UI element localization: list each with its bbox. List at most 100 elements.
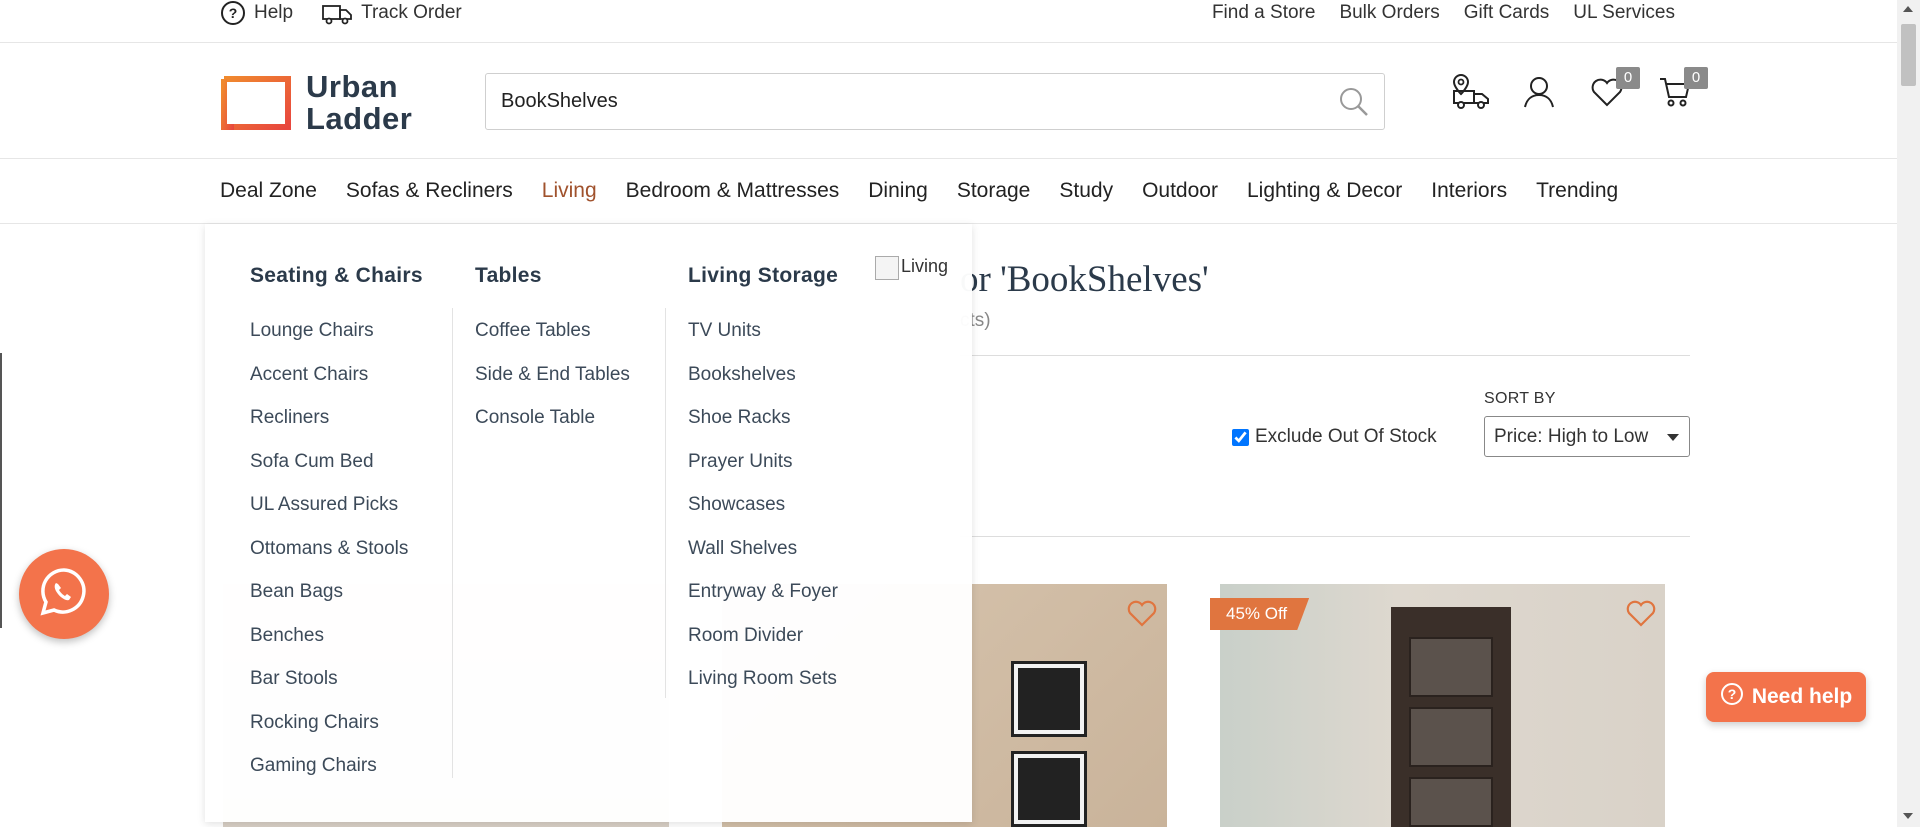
logo-mark-icon	[220, 76, 292, 130]
nav-item-outdoor[interactable]: Outdoor	[1142, 179, 1218, 203]
menu-item[interactable]: Wall Shelves	[688, 538, 838, 582]
menu-item[interactable]: Entryway & Foyer	[688, 581, 838, 625]
nav-item-interiors[interactable]: Interiors	[1431, 179, 1507, 203]
menu-heading-tables[interactable]: Tables	[475, 264, 630, 288]
menu-column-tables: Tables Coffee Tables Side & End Tables C…	[475, 264, 630, 451]
utility-right: Find a Store Bulk Orders Gift Cards UL S…	[1212, 0, 1675, 26]
bookshelf-cabinet-image	[1391, 607, 1511, 827]
menu-heading-living-storage[interactable]: Living Storage	[688, 264, 838, 288]
scrollbar[interactable]	[1897, 0, 1920, 827]
help-link[interactable]: ? Help	[220, 0, 293, 26]
truck-icon	[321, 0, 353, 26]
gift-cards-link[interactable]: Gift Cards	[1464, 2, 1550, 24]
need-help-button[interactable]: ? Need help	[1706, 672, 1866, 722]
caret-down-icon	[1667, 434, 1679, 441]
wall-frame	[1011, 751, 1087, 827]
menu-item[interactable]: UL Assured Picks	[250, 494, 423, 538]
whatsapp-icon	[36, 564, 92, 625]
bulk-orders-link[interactable]: Bulk Orders	[1339, 2, 1439, 24]
menu-item[interactable]: Bean Bags	[250, 581, 423, 625]
menu-item[interactable]: Lounge Chairs	[250, 320, 423, 364]
help-label: Help	[254, 2, 294, 23]
whatsapp-button[interactable]	[19, 549, 109, 639]
menu-item[interactable]: Living Room Sets	[688, 668, 838, 712]
wishlist-heart-icon[interactable]	[1626, 600, 1656, 633]
nav-item-deal-zone[interactable]: Deal Zone	[220, 179, 317, 203]
wishlist-heart-icon[interactable]	[1127, 600, 1157, 633]
main-nav: Deal Zone Sofas & Recliners Living Bedro…	[0, 159, 1897, 224]
utility-bar: ? Help Track Order Find a Store Bulk Ord…	[0, 0, 1897, 43]
nav-item-bedroom-mattresses[interactable]: Bedroom & Mattresses	[626, 179, 840, 203]
menu-item[interactable]: Recliners	[250, 407, 423, 451]
wall-frame	[1011, 661, 1087, 737]
cabinet-glass	[1409, 637, 1493, 697]
menu-item[interactable]: Coffee Tables	[475, 320, 630, 364]
edge-strip	[0, 353, 2, 628]
broken-image-icon	[875, 256, 899, 280]
logo[interactable]: Urban Ladder	[220, 71, 412, 135]
menu-column-living-storage: Living Storage TV Units Bookshelves Shoe…	[688, 264, 838, 712]
column-divider	[452, 308, 453, 778]
ul-services-link[interactable]: UL Services	[1573, 2, 1675, 24]
utility-left: ? Help Track Order	[220, 0, 462, 26]
discount-badge: 45% Off	[1210, 598, 1310, 630]
menu-item[interactable]: Benches	[250, 625, 423, 669]
exclude-oos-label: Exclude Out Of Stock	[1255, 426, 1437, 447]
menu-item[interactable]: Accent Chairs	[250, 364, 423, 408]
logo-line1: Urban	[306, 69, 399, 104]
menu-item[interactable]: Gaming Chairs	[250, 755, 423, 799]
cart-count-badge: 0	[1684, 67, 1708, 89]
scroll-down-icon[interactable]	[1903, 813, 1913, 819]
nav-item-dining[interactable]: Dining	[868, 179, 928, 203]
search-input[interactable]	[501, 90, 1301, 113]
menu-promo-image[interactable]: Living	[875, 256, 948, 280]
cart-button[interactable]: 0	[1654, 67, 1708, 115]
nav-item-study[interactable]: Study	[1059, 179, 1113, 203]
search-icon[interactable]	[1338, 86, 1370, 123]
cabinet-glass	[1409, 707, 1493, 767]
nav-item-living[interactable]: Living	[542, 179, 597, 203]
nav-item-storage[interactable]: Storage	[957, 179, 1031, 203]
menu-item[interactable]: Bookshelves	[688, 364, 838, 408]
logo-text: Urban Ladder	[306, 71, 412, 135]
menu-item[interactable]: Ottomans & Stools	[250, 538, 423, 582]
menu-item[interactable]: Shoe Racks	[688, 407, 838, 451]
scroll-up-icon[interactable]	[1903, 6, 1913, 12]
menu-heading-seating[interactable]: Seating & Chairs	[250, 264, 423, 288]
menu-image-alt: Living	[901, 256, 949, 276]
divider	[960, 536, 1690, 537]
store-locator-button[interactable]	[1450, 73, 1492, 115]
column-divider	[665, 308, 666, 698]
menu-item[interactable]: Prayer Units	[688, 451, 838, 495]
nav-item-trending[interactable]: Trending	[1536, 179, 1618, 203]
site-header: Urban Ladder 0	[0, 43, 1897, 159]
wishlist-button[interactable]: 0	[1586, 67, 1640, 115]
living-mega-menu: Seating & Chairs Lounge Chairs Accent Ch…	[205, 224, 972, 822]
menu-item[interactable]: Sofa Cum Bed	[250, 451, 423, 495]
question-circle-icon: ?	[1720, 682, 1744, 712]
nav-item-sofas-recliners[interactable]: Sofas & Recliners	[346, 179, 513, 203]
menu-item[interactable]: Side & End Tables	[475, 364, 630, 408]
menu-item[interactable]: Bar Stools	[250, 668, 423, 712]
results-title: or 'BookShelves'	[960, 259, 1209, 300]
exclude-out-of-stock[interactable]: Exclude Out Of Stock	[1232, 426, 1437, 448]
menu-item[interactable]: Rocking Chairs	[250, 712, 423, 756]
track-order-label: Track Order	[361, 2, 462, 23]
menu-item[interactable]: Console Table	[475, 407, 630, 451]
nav-item-lighting-decor[interactable]: Lighting & Decor	[1247, 179, 1402, 203]
sort-by-label: SORT BY	[1484, 390, 1556, 407]
menu-item[interactable]: Showcases	[688, 494, 838, 538]
find-store-link[interactable]: Find a Store	[1212, 2, 1316, 24]
menu-item[interactable]: TV Units	[688, 320, 838, 364]
sort-value: Price: High to Low	[1494, 426, 1649, 447]
menu-item[interactable]: Room Divider	[688, 625, 838, 669]
exclude-oos-checkbox[interactable]	[1232, 428, 1249, 446]
account-button[interactable]	[1518, 73, 1560, 115]
svg-text:?: ?	[229, 5, 238, 21]
wishlist-count-badge: 0	[1616, 67, 1640, 89]
track-order-link[interactable]: Track Order	[321, 0, 462, 26]
scroll-thumb[interactable]	[1901, 24, 1916, 86]
sort-select[interactable]: Price: High to Low	[1484, 416, 1690, 457]
cabinet-glass	[1409, 777, 1493, 827]
delivery-location-icon	[1451, 73, 1491, 116]
